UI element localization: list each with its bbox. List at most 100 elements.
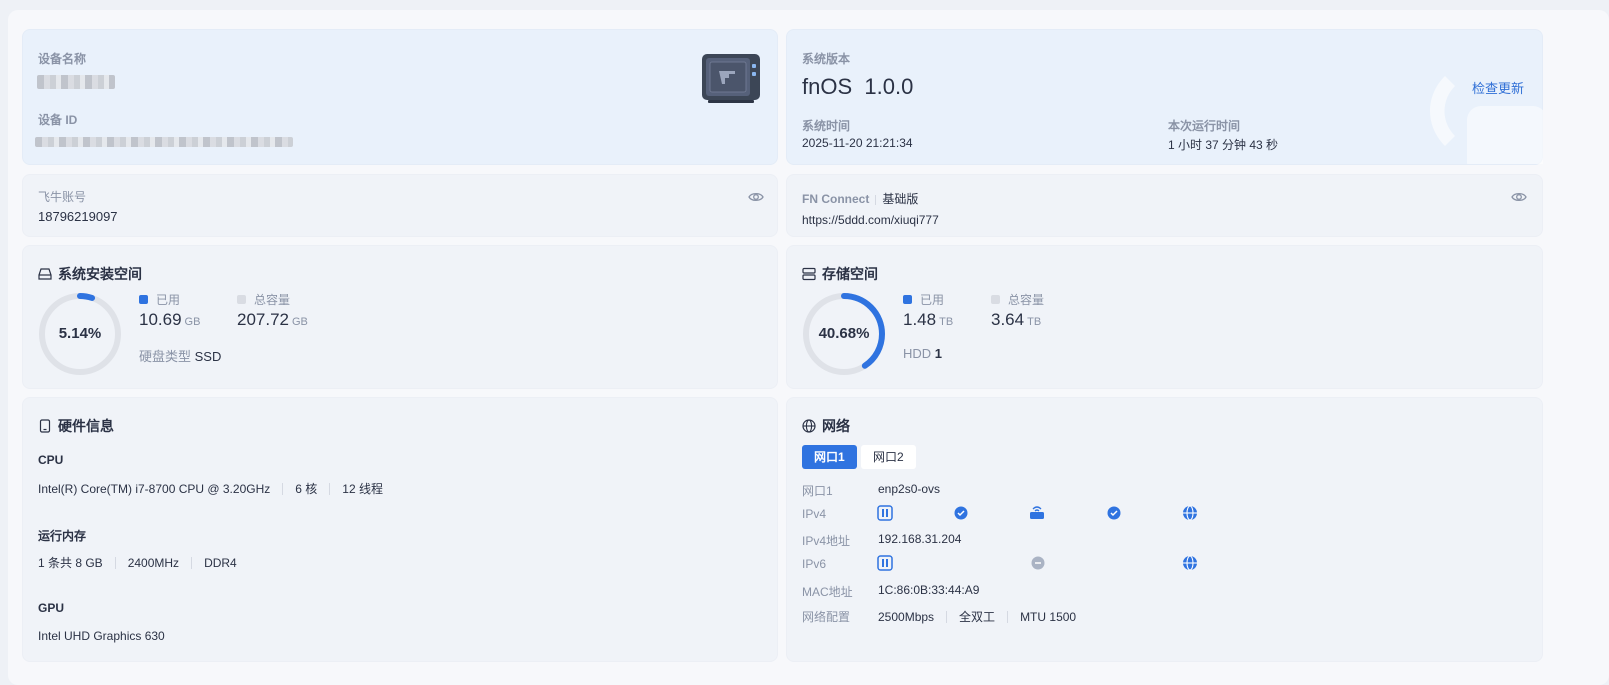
minus-icon [1031, 556, 1045, 570]
os-version-number: 1.0.0 [864, 74, 914, 99]
storage-percent: 40.68% [818, 325, 870, 342]
storage-ring: 40.68% [802, 292, 886, 376]
system-time-label: 系统时间 [802, 119, 851, 133]
globe-icon [1183, 555, 1197, 571]
fn-connect-name: FN Connect [802, 192, 870, 206]
config-mtu: MTU 1500 [1020, 610, 1077, 624]
disk-count-value: 1 [934, 346, 943, 361]
account-label: 飞牛账号 [38, 190, 87, 204]
device-id-label: 设备 ID [38, 113, 78, 127]
fn-connect-card: FN Connect 基础版 https://5ddd.com/xiuqi777 [786, 174, 1543, 237]
mac-label: MAC地址 [802, 585, 853, 599]
total-label: 总容量 [254, 293, 291, 307]
disk-type-label: HDD [903, 346, 932, 361]
globe-icon [1183, 505, 1197, 521]
nic-icon [877, 555, 893, 571]
system-version-label: 系统版本 [802, 52, 851, 66]
gpu-model: Intel UHD Graphics 630 [38, 629, 165, 643]
eye-icon[interactable] [748, 189, 764, 205]
nic-icon [877, 505, 893, 521]
total-legend: 总容量 [991, 291, 1044, 308]
storage-title: 存储空间 [802, 264, 878, 284]
account-value: 18796219097 [38, 209, 118, 224]
eye-icon[interactable] [1511, 189, 1527, 205]
cpu-threads: 12 线程 [342, 482, 383, 496]
used-label: 已用 [156, 293, 181, 307]
system-storage-percent: 5.14% [58, 325, 102, 342]
nas-device-icon [700, 52, 762, 104]
storage-icon [802, 267, 816, 281]
cpu-model: Intel(R) Core(TM) i7-8700 CPU @ 3.20GHz [38, 482, 271, 496]
memory-details: 1 条共 8 GB 2400MHz DDR4 [38, 554, 237, 571]
phone-device-icon [39, 419, 51, 433]
system-storage-title: 系统安装空间 [38, 264, 142, 284]
config-speed: 2500Mbps [878, 610, 935, 624]
device-name-redacted [37, 75, 115, 89]
system-storage-ring: 5.14% [38, 292, 122, 376]
tab-port-2[interactable]: 网口2 [861, 445, 916, 469]
storage-card: 存储空间 40.68% 已用 1.48 TB 总容量 3.64 TB HDD 1 [786, 245, 1543, 389]
cpu-label: CPU [38, 453, 64, 467]
network-title-text: 网络 [822, 418, 850, 434]
memory-speed: 2400MHz [127, 556, 180, 570]
ipv4-address-label: IPv4地址 [802, 534, 851, 548]
disk-type-value: SSD [194, 349, 222, 364]
os-version: fnOS 1.0.0 [802, 74, 913, 100]
disk-count: HDD 1 [903, 346, 942, 361]
disk-type-label: 硬盘类型 [139, 349, 192, 364]
total-legend: 总容量 [237, 291, 290, 308]
hard-drive-icon [38, 268, 52, 280]
network-config-value: 2500Mbps 全双工 MTU 1500 [878, 608, 1076, 625]
network-card: 网络 网口1 网口2 网口1 enp2s0-ovs IPv4 IPv4地址 19… [786, 397, 1543, 662]
tab-port-1[interactable]: 网口1 [802, 445, 857, 469]
port-label: 网口1 [802, 484, 833, 498]
mac-value: 1C:86:0B:33:44:A9 [878, 583, 980, 597]
router-icon [1030, 506, 1044, 519]
memory-sticks: 1 条共 8 GB [38, 556, 103, 570]
gpu-label: GPU [38, 601, 65, 615]
ipv4-label: IPv4 [802, 507, 827, 521]
system-storage-card: 系统安装空间 5.14% 已用 10.69 GB 总容量 207.72 GB 硬盘类… [22, 245, 778, 389]
storage-total-value: 3.64 TB [991, 310, 1042, 329]
system-total-value: 207.72 GB [237, 310, 308, 329]
storage-title-text: 存储空间 [822, 266, 878, 282]
hardware-title-text: 硬件信息 [58, 418, 114, 434]
device-card: 设备名称 设备 ID [22, 29, 778, 165]
globe-icon [802, 419, 816, 433]
fn-connect-url[interactable]: https://5ddd.com/xiuqi777 [802, 213, 939, 227]
used-legend: 已用 [903, 291, 944, 308]
network-config-label: 网络配置 [802, 610, 851, 624]
hardware-title: 硬件信息 [38, 416, 114, 436]
uptime-label: 本次运行时间 [1168, 119, 1241, 133]
port-value: enp2s0-ovs [878, 482, 941, 496]
fn-connect-tier: 基础版 [882, 192, 919, 206]
ipv4-address-value: 192.168.31.204 [878, 532, 962, 546]
disk-type: 硬盘类型 SSD [139, 346, 221, 365]
device-id-redacted [35, 137, 293, 147]
cpu-cores: 6 核 [295, 482, 318, 496]
memory-label: 运行内存 [38, 529, 87, 543]
os-name: fnOS [802, 74, 853, 99]
ipv4-status-diagram [877, 503, 1207, 523]
used-label: 已用 [920, 293, 945, 307]
system-storage-title-text: 系统安装空间 [58, 266, 142, 282]
account-card: 飞牛账号 18796219097 [22, 174, 778, 237]
cpu-details: Intel(R) Core(TM) i7-8700 CPU @ 3.20GHz 6… [38, 480, 383, 497]
fnos-watermark-icon [1415, 66, 1543, 164]
system-used-value: 10.69 GB [139, 310, 201, 329]
ipv6-label: IPv6 [802, 557, 827, 571]
check-icon [954, 506, 968, 520]
hardware-card: 硬件信息 CPU Intel(R) Core(TM) i7-8700 CPU @… [22, 397, 778, 662]
storage-used-value: 1.48 TB [903, 310, 954, 329]
system-time-value: 2025-11-20 21:21:34 [802, 136, 913, 150]
fn-connect-label: FN Connect 基础版 [802, 190, 918, 207]
system-card: 系统版本 fnOS 1.0.0 检查更新 系统时间 2025-11-20 21:… [786, 29, 1543, 165]
uptime-value: 1 小时 37 分钟 43 秒 [1168, 138, 1279, 152]
network-title: 网络 [802, 416, 850, 436]
memory-type: DDR4 [204, 556, 237, 570]
config-duplex: 全双工 [959, 610, 996, 624]
used-legend: 已用 [139, 291, 180, 308]
page: 设备名称 设备 ID 系统版本 fnOS 1.0.0 检查更新 系统时间 202… [8, 10, 1609, 685]
ipv6-status-diagram [877, 553, 1207, 573]
device-name-label: 设备名称 [38, 52, 87, 66]
